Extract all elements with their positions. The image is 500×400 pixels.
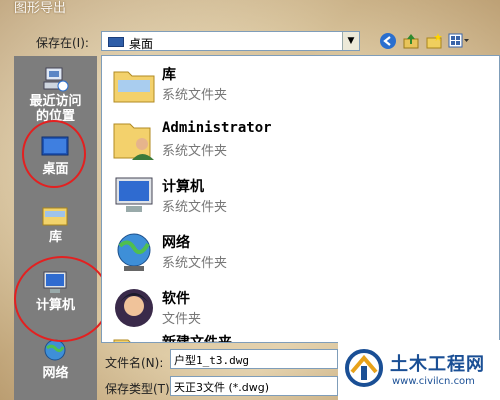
chevron-down-icon[interactable]: ▼ [342,32,359,50]
watermark-url: www.civilcn.com [392,376,475,387]
place-libraries-label: 库 [48,230,62,245]
watermark: 土木工程网 www.civilcn.com [338,340,500,400]
list-item[interactable]: 库 系统文件夹 [102,58,492,114]
save-in-dropdown[interactable]: 桌面 ▼ [101,31,360,51]
list-item[interactable]: 网络 系统文件夹 [102,226,492,282]
network-globe-icon [117,233,151,271]
recent-places-icon [43,67,69,92]
place-libraries[interactable]: 库 [14,194,97,262]
file-list[interactable]: 库 系统文件夹 Administrator 系统文件夹 计算机 系统文件夹 网络… [101,55,500,343]
dialog-title: 图形导出 [14,1,67,16]
list-item[interactable]: 计算机 系统文件夹 [102,170,492,226]
user-folder-icon [113,123,154,160]
computer-icon [115,177,153,212]
file-type: 文件夹 [162,312,202,327]
file-name: 库 [162,67,176,83]
libraries-icon [42,207,68,226]
file-name: 新建文件夹 [162,335,232,343]
view-menu-icon[interactable] [447,32,471,52]
file-type: 系统文件夹 [162,200,228,215]
network-icon [44,339,66,361]
place-recent[interactable]: 最近访问 的位置 [14,58,97,126]
desktop-small-icon [108,37,124,47]
list-item[interactable]: Administrator 系统文件夹 [102,114,492,170]
filetype-label: 保存类型(T): [105,382,174,396]
file-type: 系统文件夹 [162,88,228,103]
save-in-label: 保存在(I): [36,36,89,50]
new-folder-icon[interactable] [424,32,444,52]
filename-label: 文件名(N): [105,356,164,370]
places-bar: 最近访问 的位置 桌面 库 计算机 网络 [14,56,97,400]
file-name: 网络 [162,235,190,251]
highlight-circle-computer [14,256,110,342]
up-folder-icon[interactable] [401,32,421,52]
file-type: 系统文件夹 [162,144,228,159]
filename-input[interactable]: 户型1_t3.dwg [170,349,338,369]
file-name: 软件 [162,291,190,307]
watermark-title: 土木工程网 [390,354,485,375]
back-icon[interactable] [378,32,398,52]
place-recent-label-1: 最近访问 [29,94,82,109]
filetype-select[interactable]: 天正3文件 (*.dwg) [170,376,338,396]
file-name: 计算机 [162,179,204,195]
folder-icon [113,339,131,342]
save-in-value: 桌面 [129,37,154,51]
highlight-circle-desktop [22,120,86,188]
place-network-label: 网络 [42,366,69,381]
civilcn-logo-icon [345,349,383,387]
file-name: Administrator [162,120,272,136]
libraries-folder-icon [113,71,155,103]
avatar-folder-icon [115,289,153,327]
file-type: 系统文件夹 [162,256,228,271]
